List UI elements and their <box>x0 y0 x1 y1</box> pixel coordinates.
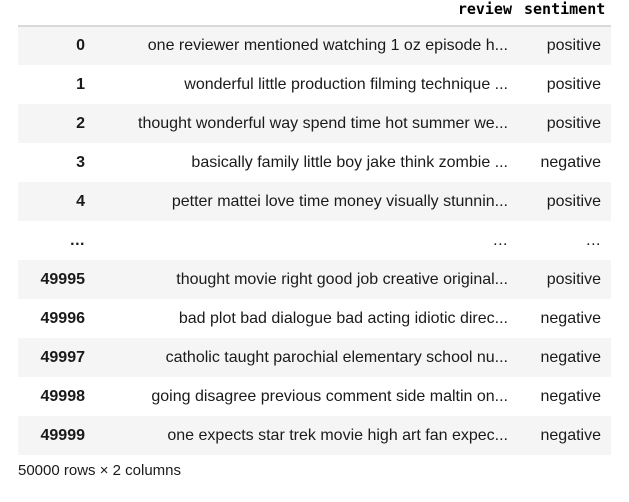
row-index-cell: 3 <box>76 153 85 171</box>
review-cell: thought movie right good job creative or… <box>176 270 508 288</box>
table-row: 49997 catholic taught parochial elementar… <box>18 338 611 377</box>
row-index-cell: ... <box>70 231 85 249</box>
row-index-cell: 49995 <box>40 270 86 288</box>
dataframe-table: review sentiment 0 one reviewer mentioned… <box>18 0 611 455</box>
review-cell: catholic taught parochial elementary sch… <box>165 348 508 366</box>
table-row: 49999 one expects star trek movie high ar… <box>18 416 611 455</box>
sentiment-cell: positive <box>546 37 601 54</box>
review-cell: petter mattei love time money visually s… <box>171 192 508 210</box>
table-row: ......... <box>18 221 611 260</box>
sentiment-cell: positive <box>546 75 601 93</box>
review-cell: wonderful little production filming tech… <box>184 75 508 93</box>
row-index-cell: 1 <box>76 75 85 93</box>
row-index-cell: 49997 <box>40 348 86 366</box>
table-row: 49998 going disagree previous comment sid… <box>18 377 611 416</box>
row-index-cell: 0 <box>76 37 85 54</box>
review-cell: thought wonderful way spend time hot sum… <box>138 114 508 132</box>
review-cell: ... <box>493 231 508 249</box>
review-cell: bad plot bad dialogue bad acting idiotic… <box>178 309 508 327</box>
row-index-cell: 49999 <box>40 426 86 444</box>
column-header-review: review <box>95 0 518 27</box>
row-index-cell: 4 <box>76 192 85 210</box>
dataframe-output: review sentiment 0 one reviewer mentioned… <box>0 0 629 455</box>
header-row: review sentiment <box>18 0 611 27</box>
review-cell: one reviewer mentioned watching 1 oz epi… <box>147 37 508 54</box>
review-cell: basically family little boy jake think z… <box>191 153 508 171</box>
table-header: review sentiment <box>18 0 611 27</box>
column-header-sentiment: sentiment <box>518 0 611 27</box>
sentiment-cell: positive <box>546 192 601 210</box>
sentiment-cell: negative <box>540 387 602 405</box>
sentiment-cell: negative <box>540 309 602 327</box>
row-index-cell: 49998 <box>40 387 86 405</box>
row-index-cell: 2 <box>76 114 85 132</box>
table-row: 4 petter mattei love time money visually … <box>18 182 611 221</box>
review-cell: one expects star trek movie high art fan… <box>167 426 508 444</box>
row-index-cell: 49996 <box>40 309 86 327</box>
dataframe-shape-footer: 50000 rows × 2 columns <box>18 462 182 479</box>
sentiment-cell: positive <box>546 114 601 132</box>
table-row: 3 basically family little boy jake think … <box>18 143 611 182</box>
sentiment-cell: positive <box>546 270 601 288</box>
column-header-index <box>18 0 95 27</box>
sentiment-cell: negative <box>540 426 602 444</box>
sentiment-cell: ... <box>586 231 601 249</box>
table-row: 0 one reviewer mentioned watching 1 oz ep… <box>18 26 611 65</box>
sentiment-cell: negative <box>540 348 602 366</box>
table-row: 49995 thought movie right good job creati… <box>18 260 611 299</box>
review-cell: going disagree previous comment side mal… <box>151 387 508 405</box>
sentiment-cell: negative <box>540 153 602 171</box>
table-row: 1 wonderful little production filming tec… <box>18 65 611 104</box>
table-body: 0 one reviewer mentioned watching 1 oz ep… <box>18 26 611 455</box>
table-row: 49996 bad plot bad dialogue bad acting id… <box>18 299 611 338</box>
table-row: 2 thought wonderful way spend time hot su… <box>18 104 611 143</box>
